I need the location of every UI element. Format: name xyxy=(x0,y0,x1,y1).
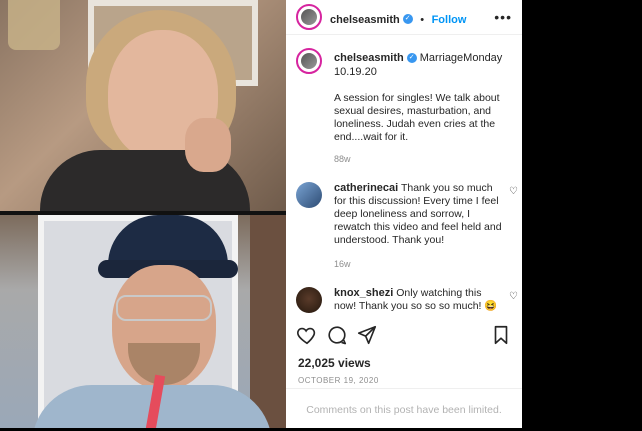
comment-like-heart-icon[interactable]: ♡ xyxy=(509,186,518,197)
verified-badge-icon: ✓ xyxy=(406,53,417,64)
caption-hashtag[interactable]: MarriageMonday xyxy=(420,52,503,64)
comment-age: 16w xyxy=(334,259,351,269)
caption-age: 88w xyxy=(334,154,351,164)
comment-item: catherinecai Thank you so much for this … xyxy=(334,182,504,247)
caption-date-line: 10.19.20 xyxy=(334,66,377,78)
author-avatar[interactable] xyxy=(296,4,322,30)
video-media[interactable] xyxy=(0,0,286,428)
participant-glasses xyxy=(116,295,212,321)
views-count[interactable]: 22,025 views xyxy=(298,356,371,370)
wall-decor xyxy=(250,215,286,428)
post-date: OCTOBER 19, 2020 xyxy=(298,376,379,385)
video-participant-top xyxy=(0,0,286,211)
caption-header: chelseasmith ✓ MarriageMonday 10.19.20 xyxy=(334,51,502,79)
letterbox-right xyxy=(522,0,642,428)
lamp-decor xyxy=(8,0,60,50)
bookmark-icon[interactable] xyxy=(490,324,512,346)
heart-icon[interactable] xyxy=(296,324,318,346)
caption-username[interactable]: chelseasmith xyxy=(334,52,404,64)
comment-like-heart-icon[interactable]: ♡ xyxy=(509,291,518,302)
dot-separator: • xyxy=(417,14,428,26)
more-options-icon[interactable]: ••• xyxy=(494,9,512,25)
video-participant-bottom xyxy=(0,215,286,428)
share-icon[interactable] xyxy=(356,324,378,346)
follow-button[interactable]: Follow xyxy=(432,14,467,26)
participant-hand xyxy=(185,118,231,172)
comment-avatar[interactable] xyxy=(296,287,322,313)
post-panel: chelseasmith ✓ • Follow ••• chelseasmith ✓… xyxy=(286,0,522,428)
comment-icon[interactable] xyxy=(326,324,348,346)
comment-item: knox_shezi Only watching this now! Thank… xyxy=(334,287,504,313)
comment-avatar[interactable] xyxy=(296,182,322,208)
author-line: chelseasmith ✓ • Follow xyxy=(330,10,466,28)
comment-username[interactable]: knox_shezi xyxy=(334,287,393,299)
author-username[interactable]: chelseasmith xyxy=(330,14,400,26)
caption-author-avatar[interactable] xyxy=(296,48,322,74)
caption-text: A session for singles! We talk about sex… xyxy=(334,92,500,143)
post-header: chelseasmith ✓ • Follow ••• xyxy=(286,0,522,35)
post-actions-bar xyxy=(296,324,512,348)
comment-username[interactable]: catherinecai xyxy=(334,182,398,194)
verified-badge-icon: ✓ xyxy=(402,13,413,24)
comments-limited-notice: Comments on this post have been limited. xyxy=(286,388,522,429)
